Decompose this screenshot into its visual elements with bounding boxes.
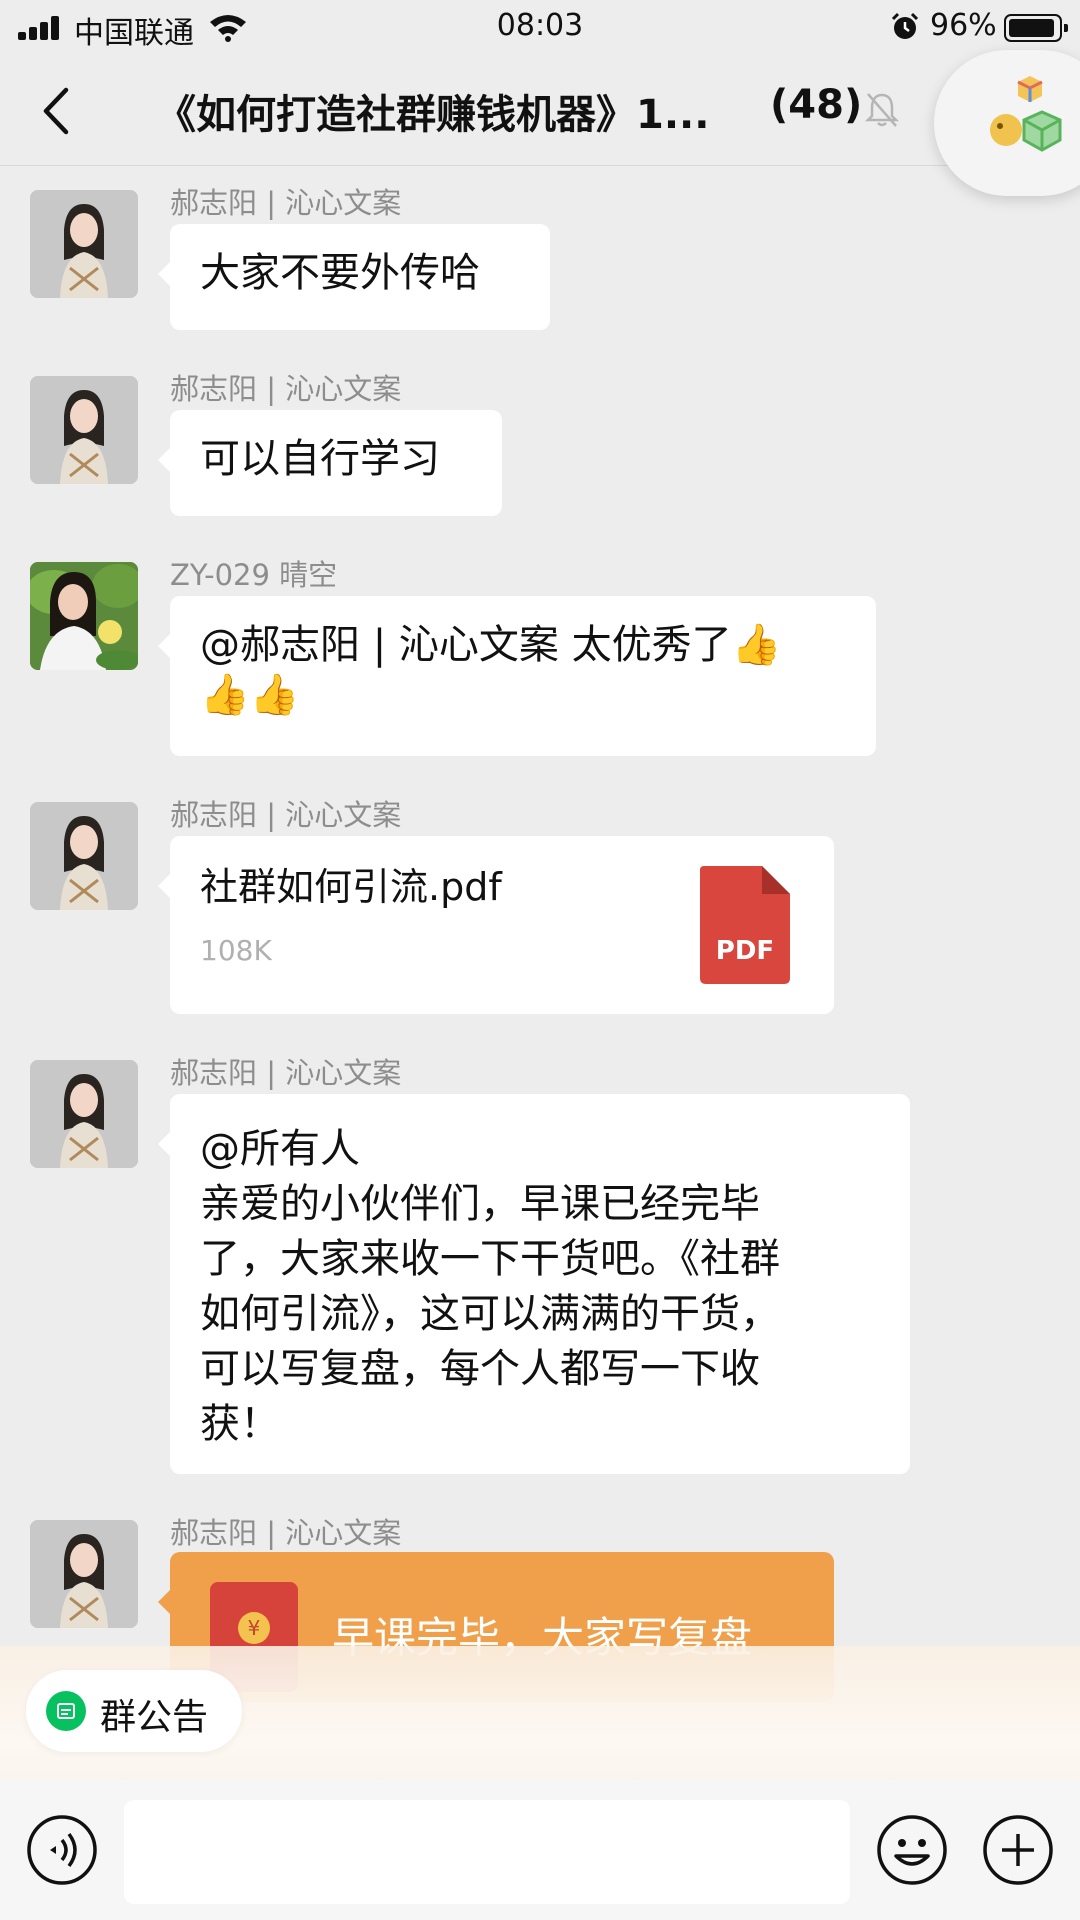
plus-icon[interactable]: [982, 1814, 1054, 1886]
sender-name: 郝志阳 | 沁心文案: [170, 1056, 402, 1090]
message-text-line: 可以写复盘，每个人都写一下收: [200, 1346, 760, 1392]
sender-name: 郝志阳 | 沁心文案: [170, 798, 402, 832]
voice-icon[interactable]: [26, 1814, 98, 1886]
status-bar: 中国联通 08:03 96%: [0, 0, 1080, 54]
sender-name: 郝志阳 | 沁心文案: [170, 372, 402, 406]
emoji-icon[interactable]: [876, 1814, 948, 1886]
sender-avatar[interactable]: [30, 376, 138, 484]
coin-icon: ¥: [238, 1612, 270, 1644]
miniprogram-icon: [990, 76, 1062, 152]
battery-percent: 96%: [930, 8, 997, 43]
message-bubble[interactable]: 大家不要外传哈: [158, 224, 550, 330]
message-text: 可以自行学习: [200, 436, 440, 482]
sender-avatar[interactable]: [30, 190, 138, 298]
file-message-card[interactable]: 社群如何引流.pdf 108K PDF: [158, 836, 834, 1014]
input-bar: [0, 1780, 1080, 1920]
message-bubble[interactable]: 可以自行学习: [158, 410, 502, 516]
thumbs-up-emoji: 👍: [731, 622, 782, 668]
file-size: 108K: [200, 934, 272, 967]
notice-icon: [46, 1691, 86, 1731]
floating-miniprogram-button[interactable]: [934, 50, 1080, 196]
sender-avatar[interactable]: [30, 1520, 138, 1628]
battery-icon: [1004, 14, 1068, 42]
message-text-line: 如何引流》，这可以满满的干货，: [200, 1291, 780, 1337]
sender-name: ZY-029 晴空: [170, 558, 338, 592]
message-bubble[interactable]: @郝志阳 | 沁心文案 太优秀了👍 👍👍: [158, 596, 876, 756]
message-text-line: 获！: [200, 1401, 280, 1447]
message-bubble[interactable]: @所有人 亲爱的小伙伴们，早课已经完毕 了，大家来收一下干货吧。《社群 如何引流…: [158, 1094, 910, 1474]
message-text-line: @所有人: [200, 1126, 360, 1172]
sender-name: 郝志阳 | 沁心文案: [170, 186, 402, 220]
chat-header: 《如何打造社群赚钱机器》1... (48): [0, 54, 1080, 166]
message-text-line: 亲爱的小伙伴们，早课已经完毕: [200, 1181, 760, 1227]
back-icon[interactable]: [34, 84, 84, 138]
message-text: @郝志阳 | 沁心文案 太优秀了: [200, 622, 732, 668]
sender-name: 郝志阳 | 沁心文案: [170, 1516, 402, 1550]
pdf-label: PDF: [715, 936, 775, 966]
mute-bell-icon: [864, 93, 900, 127]
message-text-line: 了，大家来收一下干货吧。《社群: [200, 1236, 780, 1282]
sender-avatar[interactable]: [30, 1060, 138, 1168]
member-count: (48): [770, 82, 863, 128]
file-name: 社群如何引流.pdf: [200, 865, 502, 909]
sender-avatar[interactable]: [30, 562, 138, 670]
thumbs-up-emoji: 👍: [249, 672, 300, 718]
alarm-icon: [891, 12, 919, 39]
thumbs-up-emoji: 👍: [200, 672, 250, 718]
group-notice-label: 群公告: [100, 1697, 209, 1738]
group-notice-button[interactable]: 群公告: [26, 1670, 242, 1752]
sender-avatar[interactable]: [30, 802, 138, 910]
pdf-file-icon: PDF: [700, 866, 790, 984]
message-input[interactable]: [124, 1800, 850, 1904]
chat-title: 《如何打造社群赚钱机器》1...: [156, 92, 710, 138]
message-text: 大家不要外传哈: [200, 250, 480, 296]
